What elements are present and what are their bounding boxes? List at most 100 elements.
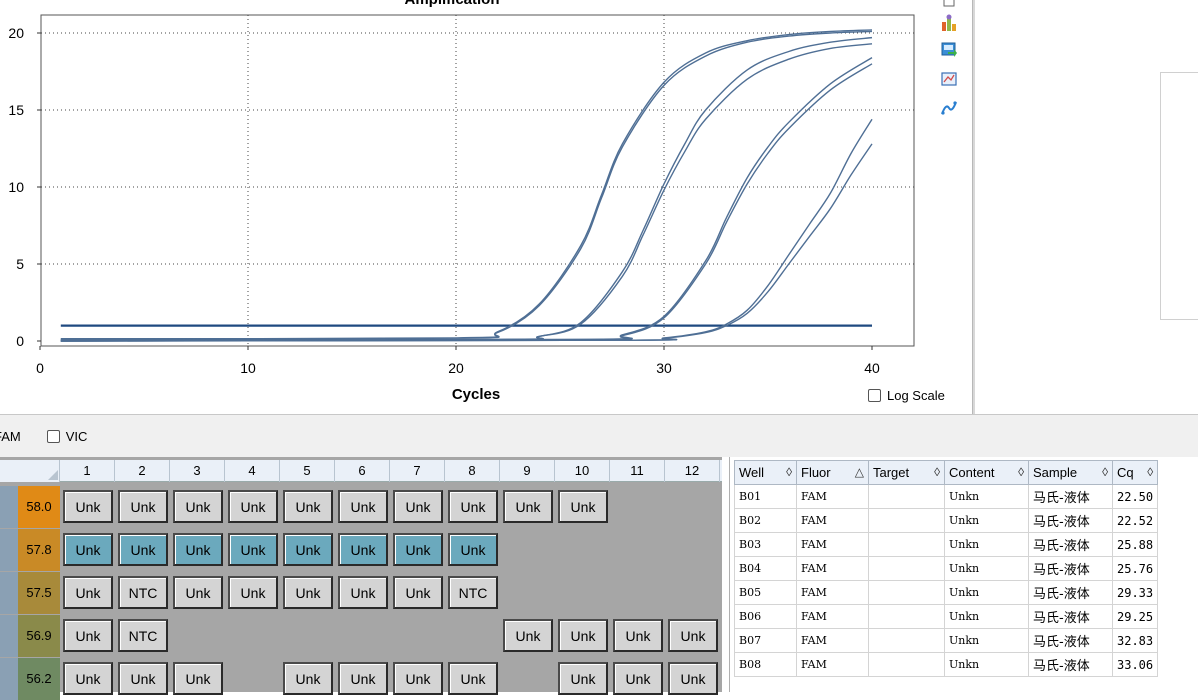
plot-frame [40,14,915,347]
plate-column-4[interactable]: 4 [225,460,280,482]
plate-well[interactable]: Unk [393,662,443,695]
plate-well[interactable]: Unk [283,576,333,609]
plate-well[interactable]: Unk [613,662,663,695]
log-scale-toggle[interactable]: Log Scale [868,388,945,403]
column-header-sample[interactable]: Sample ◊ [1028,460,1113,485]
plate-row-header[interactable]: 56.2 [0,658,60,700]
export-icon[interactable] [940,40,958,58]
splitter[interactable] [972,0,975,414]
plate-well[interactable]: Unk [173,662,223,695]
sort-icon[interactable]: ◊ [1018,465,1024,479]
plate-well[interactable]: NTC [448,576,498,609]
table-cell: FAM [796,532,869,557]
plate-well[interactable]: Unk [393,490,443,523]
table-cell [868,508,945,533]
table-row[interactable]: B02 FAM Unkn 马氏-液体 22.52 [734,508,1159,533]
plate-well[interactable]: Unk [338,490,388,523]
plate-well[interactable]: Unk [393,576,443,609]
plate-well[interactable]: Unk [338,662,388,695]
curve-fit-icon[interactable] [940,99,958,117]
table-cell: 29.25 [1111,604,1159,629]
x-axis-title: Cycles [452,386,500,403]
plate-well[interactable]: Unk [173,576,223,609]
table-row[interactable]: B06 FAM Unkn 马氏-液体 29.25 [734,604,1159,629]
image-icon[interactable] [940,70,958,88]
sort-icon[interactable]: △ [855,465,864,479]
plate-well[interactable]: Unk [448,533,498,566]
plate-well[interactable]: Unk [283,490,333,523]
plate-well[interactable]: Unk [118,662,168,695]
y-tick-label: 10 [8,179,24,195]
plate-well[interactable]: Unk [448,662,498,695]
table-row[interactable]: B05 FAM Unkn 马氏-液体 29.33 [734,580,1159,605]
plate-column-11[interactable]: 11 [610,460,665,482]
plate-well[interactable]: Unk [338,576,388,609]
table-cell: 马氏-液体 [1028,580,1113,605]
plate-well[interactable]: Unk [503,490,553,523]
plate-well[interactable]: Unk [63,576,113,609]
plate-column-1[interactable]: 1 [60,460,115,482]
plate-well[interactable]: Unk [228,490,278,523]
plate-row-header[interactable]: 57.5 [0,572,60,614]
plate-well[interactable]: NTC [118,619,168,652]
plate-well[interactable]: Unk [558,662,608,695]
plate-well[interactable]: Unk [558,490,608,523]
table-cell: B02 [734,508,797,533]
table-row[interactable]: B01 FAM Unkn 马氏-液体 22.50 [734,484,1159,509]
column-header-well[interactable]: Well ◊ [734,460,797,485]
plate-well[interactable]: Unk [63,490,113,523]
column-header-content[interactable]: Content ◊ [944,460,1029,485]
sort-icon[interactable]: ◊ [934,465,940,479]
plate-well[interactable]: Unk [283,662,333,695]
chart-settings-icon[interactable] [940,14,958,32]
column-header-fluor[interactable]: Fluor △ [796,460,869,485]
plate-well[interactable]: Unk [228,576,278,609]
plate-well[interactable]: Unk [118,490,168,523]
plate-well[interactable]: Unk [448,490,498,523]
plate-column-8[interactable]: 8 [445,460,500,482]
plate-well[interactable]: NTC [118,576,168,609]
plate-well[interactable]: Unk [63,662,113,695]
plate-well[interactable]: Unk [338,533,388,566]
plate-row-header[interactable]: 57.8 [0,529,60,571]
x-tick-label: 20 [448,360,464,376]
plate-well[interactable]: Unk [118,533,168,566]
sort-icon[interactable]: ◊ [1147,465,1153,479]
plate-well[interactable]: Unk [558,619,608,652]
table-cell: 32.83 [1111,628,1159,653]
log-scale-checkbox[interactable] [868,389,881,402]
plate-well[interactable]: Unk [228,533,278,566]
plate-column-7[interactable]: 7 [390,460,445,482]
plate-row-header[interactable]: 58.0 [0,486,60,528]
copy-icon[interactable] [940,0,958,12]
plate-column-3[interactable]: 3 [170,460,225,482]
column-header-cq[interactable]: Cq ◊ [1111,460,1159,485]
plate-well[interactable]: Unk [668,662,718,695]
table-cell: 22.50 [1111,484,1159,509]
plate-column-2[interactable]: 2 [115,460,170,482]
table-row[interactable]: B04 FAM Unkn 马氏-液体 25.76 [734,556,1159,581]
plate-column-10[interactable]: 10 [555,460,610,482]
plate-well[interactable]: Unk [503,619,553,652]
plate-well[interactable]: Unk [283,533,333,566]
sort-icon[interactable]: ◊ [1102,465,1108,479]
column-header-label: Fluor [801,465,831,480]
plate-well[interactable]: Unk [668,619,718,652]
column-header-target[interactable]: Target ◊ [868,460,945,485]
plate-well[interactable]: Unk [63,619,113,652]
plate-well[interactable]: Unk [173,490,223,523]
plate-well[interactable]: Unk [613,619,663,652]
vic-checkbox[interactable] [46,429,60,443]
plate-column-9[interactable]: 9 [500,460,555,482]
table-row[interactable]: B08 FAM Unkn 马氏-液体 33.06 [734,652,1159,677]
plate-column-6[interactable]: 6 [335,460,390,482]
plate-well[interactable]: Unk [63,533,113,566]
table-row[interactable]: B07 FAM Unkn 马氏-液体 32.83 [734,628,1159,653]
plate-row-header[interactable]: 56.9 [0,615,60,657]
plate-well[interactable]: Unk [393,533,443,566]
plate-column-12[interactable]: 12 [665,460,720,482]
table-row[interactable]: B03 FAM Unkn 马氏-液体 25.88 [734,532,1159,557]
plate-column-5[interactable]: 5 [280,460,335,482]
plate-well[interactable]: Unk [173,533,223,566]
sort-icon[interactable]: ◊ [786,465,792,479]
